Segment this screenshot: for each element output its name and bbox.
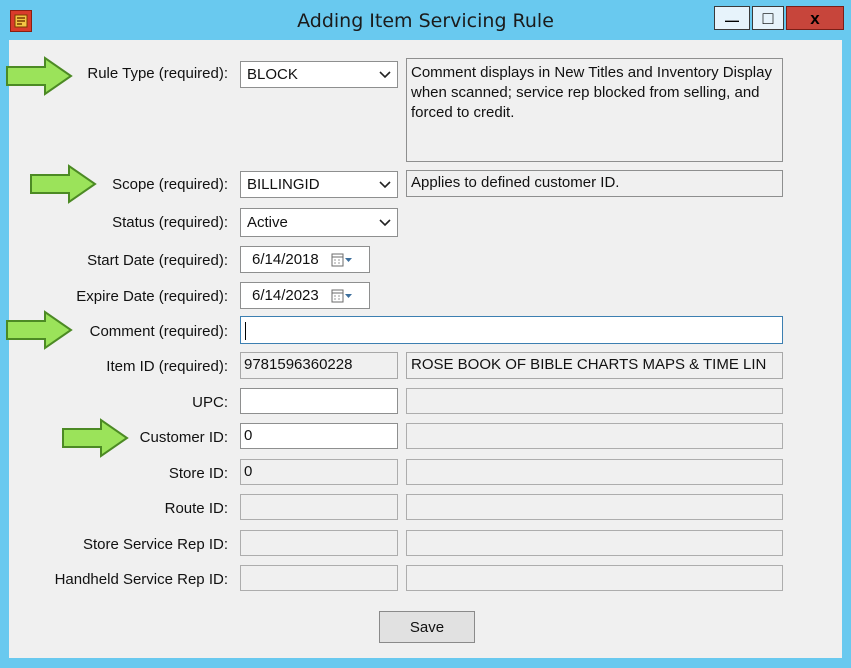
customer-id-input[interactable]: 0 — [240, 423, 398, 449]
close-button[interactable]: x — [786, 6, 844, 30]
minimize-icon: — — [725, 12, 739, 28]
calendar-icon[interactable] — [331, 289, 353, 303]
start-date-value: 6/14/2018 — [252, 250, 319, 268]
close-icon: x — [810, 8, 820, 28]
title-bar[interactable]: Adding Item Servicing Rule — □ x — [0, 0, 851, 40]
calendar-icon[interactable] — [331, 253, 353, 267]
customer-id-label: Customer ID: — [139, 429, 228, 446]
chevron-down-icon — [379, 70, 391, 78]
status-select[interactable]: Active — [240, 208, 398, 237]
item-id-field: 9781596360228 — [240, 352, 398, 379]
green-arrow-icon — [30, 164, 97, 204]
store-service-rep-id-label: Store Service Rep ID: — [82, 536, 228, 553]
item-id-label: Item ID (required): — [106, 358, 228, 375]
minimize-button[interactable]: — — [714, 6, 750, 30]
expire-date-picker[interactable]: 6/14/2023 — [240, 282, 370, 309]
save-button[interactable]: Save — [379, 611, 475, 643]
store-service-rep-id-field — [240, 530, 398, 556]
handheld-service-rep-description-field — [406, 565, 783, 591]
scope-select[interactable]: BILLINGID — [240, 171, 398, 198]
store-id-label: Store ID: — [168, 465, 228, 482]
scope-value: BILLINGID — [247, 175, 320, 193]
chevron-down-icon — [379, 218, 391, 226]
form-panel: Rule Type (required): BLOCK Comment disp… — [6, 40, 842, 658]
comment-input[interactable] — [240, 316, 783, 344]
expire-date-value: 6/14/2023 — [252, 286, 319, 304]
dialog-window: Adding Item Servicing Rule — □ x Rule Ty… — [0, 0, 851, 668]
rule-type-label: Rule Type (required): — [87, 65, 228, 82]
scope-label: Scope (required): — [112, 176, 228, 193]
start-date-label: Start Date (required): — [87, 252, 228, 269]
route-id-field — [240, 494, 398, 520]
chevron-down-icon — [379, 180, 391, 188]
status-label: Status (required): — [112, 214, 228, 231]
rule-type-value: BLOCK — [247, 65, 298, 83]
expire-date-label: Expire Date (required): — [76, 288, 228, 305]
upc-description-field — [406, 388, 783, 414]
status-value: Active — [247, 213, 288, 231]
green-arrow-icon — [6, 56, 73, 96]
text-caret — [245, 322, 246, 340]
item-description-field: ROSE BOOK OF BIBLE CHARTS MAPS & TIME LI… — [406, 352, 783, 379]
upc-input[interactable] — [240, 388, 398, 414]
maximize-button[interactable]: □ — [752, 6, 784, 30]
comment-label: Comment (required): — [89, 323, 228, 340]
maximize-icon: □ — [762, 8, 774, 28]
handheld-service-rep-id-label: Handheld Service Rep ID: — [54, 571, 228, 588]
store-id-field: 0 — [240, 459, 398, 485]
start-date-picker[interactable]: 6/14/2018 — [240, 246, 370, 273]
green-arrow-icon — [6, 310, 73, 350]
rule-type-description: Comment displays in New Titles and Inven… — [406, 58, 783, 162]
route-description-field — [406, 494, 783, 520]
upc-label: UPC: — [192, 394, 228, 411]
scope-description: Applies to defined customer ID. — [406, 170, 783, 197]
handheld-service-rep-id-field — [240, 565, 398, 591]
rule-type-select[interactable]: BLOCK — [240, 61, 398, 88]
store-description-field — [406, 459, 783, 485]
store-service-rep-description-field — [406, 530, 783, 556]
green-arrow-icon — [62, 418, 129, 458]
customer-description-field — [406, 423, 783, 449]
route-id-label: Route ID: — [164, 500, 228, 517]
